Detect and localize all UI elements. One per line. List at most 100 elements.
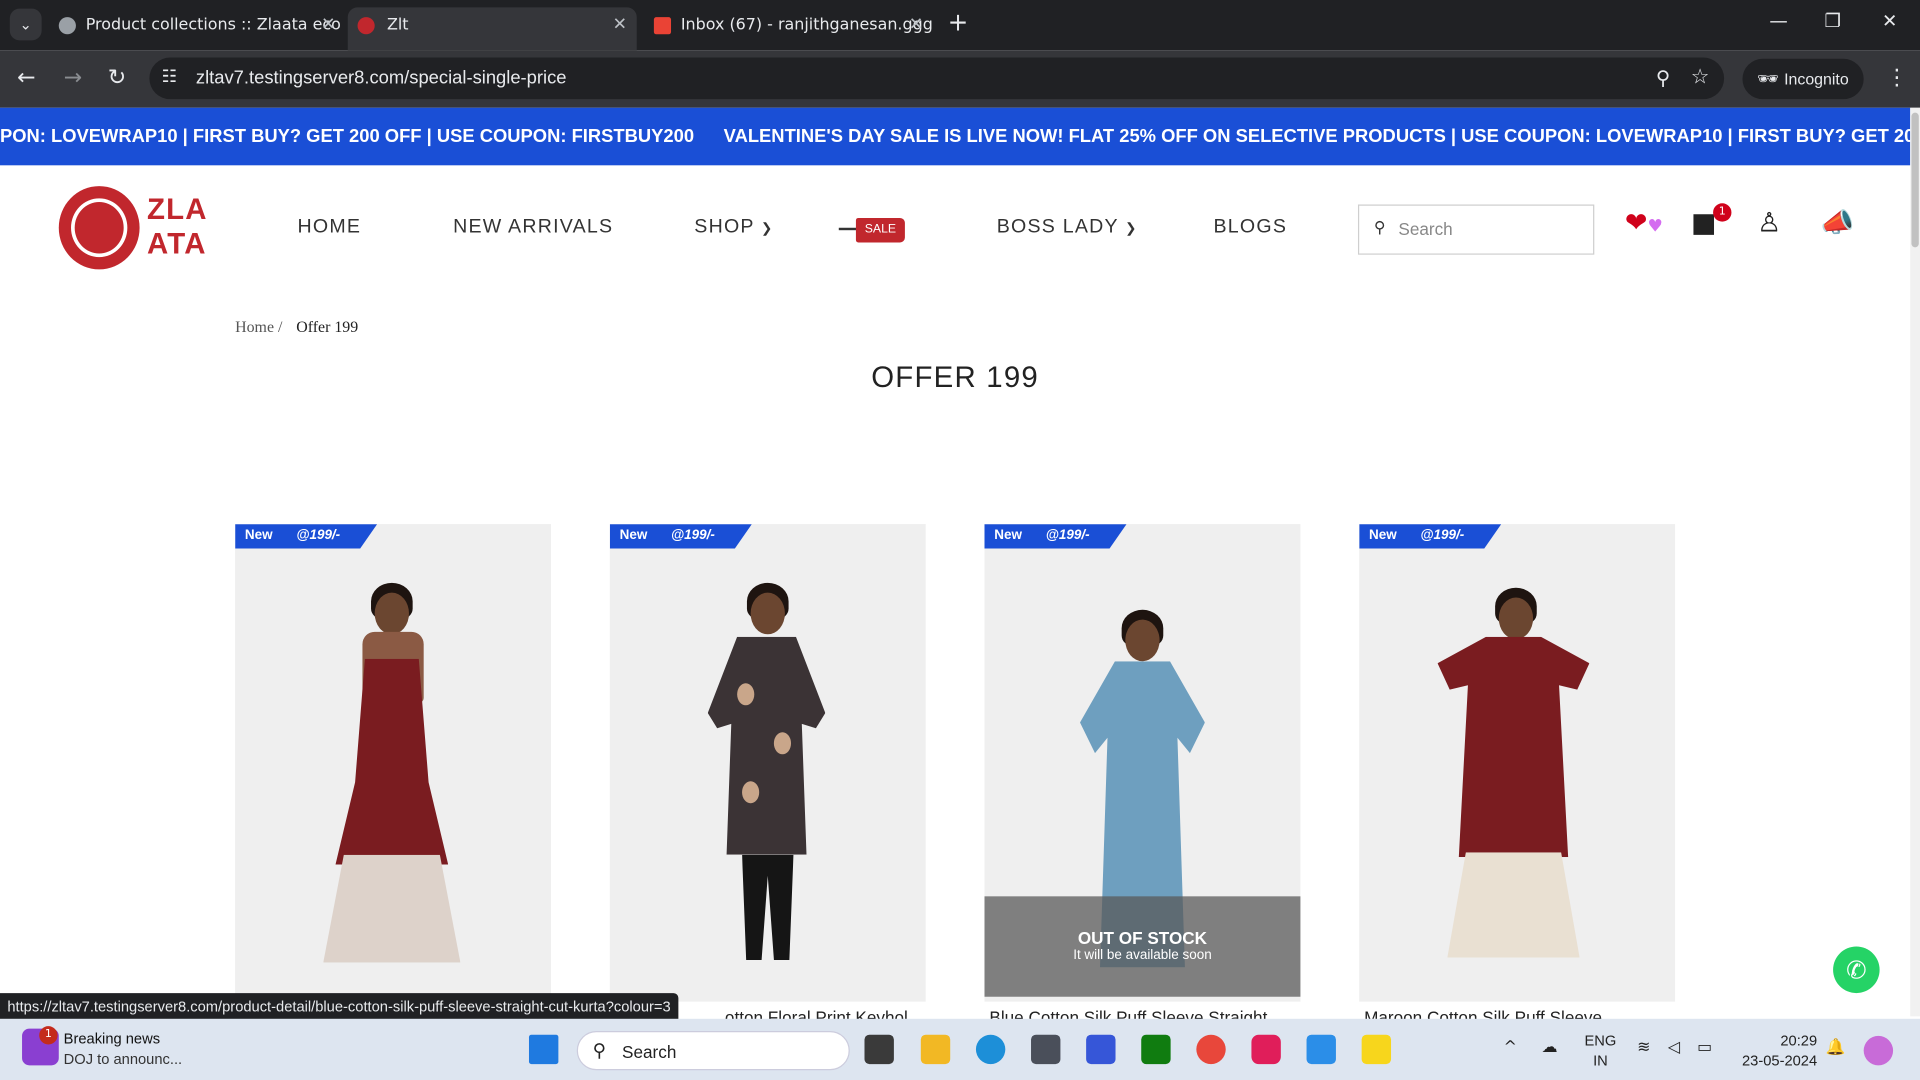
- xbox-icon[interactable]: [1141, 1034, 1171, 1065]
- windows-taskbar: [0, 1018, 1920, 1080]
- price-tag: @199/-: [671, 527, 715, 543]
- onedrive-icon[interactable]: ☁: [1542, 1038, 1558, 1056]
- kurta-floral-print: [707, 636, 826, 855]
- tab-product-collections[interactable]: Product collections :: Zlaata eco ✕: [54, 7, 345, 50]
- clock[interactable]: 20:29 23-05-2024: [1736, 1031, 1817, 1070]
- new-tag: New: [994, 527, 1022, 543]
- tab-gmail-inbox[interactable]: Inbox (67) - ranjithganesan.ggg ✕: [649, 7, 933, 50]
- chrome-icon[interactable]: [1196, 1034, 1226, 1065]
- breadcrumb-home[interactable]: Home /: [235, 317, 282, 335]
- logo-emblem-icon: [58, 186, 140, 270]
- price-tag: @199/-: [296, 527, 341, 543]
- new-tab-button[interactable]: +: [948, 7, 969, 36]
- battery-icon[interactable]: ▭: [1697, 1038, 1712, 1056]
- kurta-maroon: [335, 658, 449, 865]
- price-tag: @199/-: [1420, 527, 1465, 543]
- model-head: [1125, 619, 1160, 662]
- nav-new-arrivals[interactable]: NEW ARRIVALS: [453, 217, 613, 239]
- site-search-box[interactable]: ⚲ Search: [1357, 204, 1595, 255]
- nav-shop-label: SHOP: [694, 216, 755, 238]
- snipping-tool-icon[interactable]: [1306, 1034, 1336, 1065]
- edge-browser-icon[interactable]: [975, 1034, 1006, 1065]
- nav-boss-lady[interactable]: BOSS LADY ❯: [997, 217, 1138, 239]
- search-icon: ⚲: [1373, 219, 1386, 238]
- nav-boss-lady-label: BOSS LADY: [996, 216, 1119, 238]
- chevron-down-icon: ❯: [761, 221, 774, 237]
- close-tab-icon[interactable]: ✕: [909, 7, 923, 43]
- taskbar-search-label: Search: [622, 1042, 677, 1062]
- incognito-label: Incognito: [1784, 69, 1849, 89]
- copilot-icon[interactable]: [1863, 1035, 1894, 1066]
- site-settings-icon[interactable]: ☷: [162, 67, 177, 87]
- lang-primary: ENG: [1584, 1032, 1617, 1050]
- bookmark-star-icon[interactable]: ☆: [1691, 65, 1710, 89]
- clock-time: 20:29: [1780, 1032, 1818, 1050]
- product-card[interactable]: OUT OF STOCK It will be available soon N…: [984, 524, 1301, 1027]
- url-text[interactable]: zltav7.testingserver8.com/special-single…: [196, 67, 567, 88]
- print-motif: [742, 781, 760, 804]
- chevron-up-icon[interactable]: ^: [1504, 1038, 1517, 1056]
- scrollbar-thumb[interactable]: [1911, 112, 1919, 248]
- product-image[interactable]: [235, 524, 551, 997]
- sticky-notes-icon[interactable]: [1361, 1034, 1392, 1065]
- product-card[interactable]: New @199/- Maroon Cotton Silk Puff Sleev…: [1359, 524, 1676, 1027]
- back-icon[interactable]: ←: [17, 65, 35, 91]
- close-tab-icon[interactable]: ✕: [613, 7, 627, 43]
- tab-zlt[interactable]: Zlt ✕: [347, 7, 637, 51]
- nav-blogs[interactable]: BLOGS: [1213, 217, 1287, 239]
- close-tab-icon[interactable]: ✕: [321, 7, 335, 43]
- browser-toolbar: ← → ↻ ☷ zltav7.testingserver8.com/specia…: [0, 50, 1920, 108]
- news-title[interactable]: Breaking news: [64, 1030, 160, 1047]
- slack-icon[interactable]: [1251, 1034, 1281, 1065]
- notification-bell-icon[interactable]: 🔔: [1826, 1038, 1846, 1056]
- file-explorer-icon[interactable]: [920, 1034, 951, 1065]
- model-head: [374, 592, 409, 635]
- news-subtitle[interactable]: DOJ to announc...: [64, 1051, 182, 1068]
- search-icon: ⚲: [592, 1039, 607, 1062]
- whatsapp-chat-icon[interactable]: ✆: [1833, 946, 1880, 994]
- incognito-button[interactable]: 🕶 Incognito: [1742, 58, 1864, 100]
- user-account-icon[interactable]: ♙: [1757, 208, 1781, 239]
- product-card[interactable]: New @199/-: [235, 524, 552, 1002]
- product-image[interactable]: [610, 524, 926, 997]
- cart-count-badge: 1: [1713, 203, 1732, 222]
- product-card[interactable]: New @199/- otton Floral Print Keyhol: [609, 524, 926, 1027]
- minimize-icon[interactable]: —: [1769, 10, 1787, 32]
- logo-line-2: ATA: [146, 227, 207, 261]
- app-icon[interactable]: [1031, 1034, 1061, 1065]
- browser-tab-bar: ⌄ Product collections :: Zlaata eco ✕ Zl…: [0, 0, 1920, 51]
- reload-icon[interactable]: ↻: [108, 65, 126, 91]
- close-window-icon[interactable]: ✕: [1882, 10, 1897, 32]
- incognito-icon: 🕶: [1757, 68, 1779, 89]
- new-tag: New: [244, 527, 273, 543]
- gmail-icon: [653, 17, 672, 35]
- nav-shop[interactable]: SHOP ❯: [694, 217, 773, 239]
- windows-start-icon[interactable]: [528, 1034, 559, 1065]
- browser-menu-icon[interactable]: ⋮: [1886, 65, 1908, 91]
- new-tag: New: [1368, 527, 1397, 543]
- volume-icon[interactable]: ◁: [1668, 1038, 1680, 1056]
- banner-text-left: PON: LOVEWRAP10 | FIRST BUY? GET 200 OFF…: [0, 126, 695, 147]
- app-icon[interactable]: [1086, 1034, 1116, 1065]
- nav-sale-tag[interactable]: SALE: [855, 217, 905, 243]
- screen: ⌄ Product collections :: Zlaata eco ✕ Zl…: [0, 0, 1920, 1080]
- wifi-icon[interactable]: ≋: [1637, 1038, 1650, 1056]
- taskbar-search[interactable]: ⚲ Search: [576, 1031, 850, 1071]
- breadcrumb-current: Offer 199: [296, 317, 359, 336]
- restore-icon[interactable]: ❐: [1825, 10, 1841, 32]
- forward-icon[interactable]: →: [64, 65, 82, 91]
- zoom-icon[interactable]: ⚲: [1656, 66, 1670, 89]
- language-indicator[interactable]: ENG IN: [1585, 1031, 1617, 1070]
- notification-megaphone-icon[interactable]: 📣: [1821, 208, 1855, 239]
- news-badge: 1: [39, 1026, 58, 1045]
- print-motif: [737, 683, 755, 706]
- nav-home[interactable]: HOME: [298, 217, 362, 239]
- address-bar[interactable]: ☷ zltav7.testingserver8.com/special-sing…: [149, 57, 1725, 100]
- task-view-icon[interactable]: [864, 1034, 894, 1065]
- lang-region: IN: [1593, 1051, 1608, 1069]
- chevron-down-icon: ❯: [1125, 221, 1138, 237]
- tab-search-button[interactable]: ⌄: [9, 8, 42, 41]
- product-image[interactable]: [1359, 524, 1675, 997]
- wishlist-hearts-icon[interactable]: ❤♥: [1625, 208, 1663, 239]
- site-logo[interactable]: ZLA ATA: [58, 186, 221, 272]
